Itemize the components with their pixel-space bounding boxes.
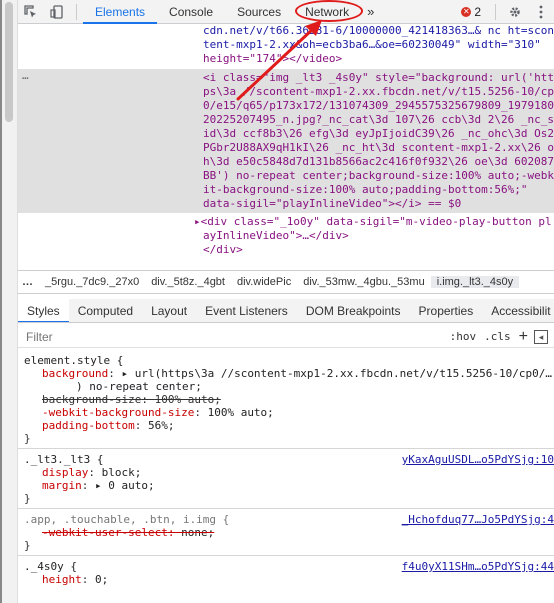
breadcrumb-item[interactable]: _5rgu._7dc9._27x0 bbox=[39, 276, 145, 288]
dom-line: ps\3a //scontent-mxp1-2.xx.fbcdn.net/v/t… bbox=[203, 85, 554, 98]
dom-line[interactable]: ayInlineVideo">…</div> bbox=[18, 229, 554, 243]
style-rule: f4u0yX11SHm…o5PdYSjg:44 ._4s0y { height:… bbox=[18, 556, 554, 589]
style-property[interactable]: display: block; bbox=[24, 466, 548, 479]
property-value: 100% auto; bbox=[207, 406, 274, 419]
tab-dom-breakpoints[interactable]: DOM Breakpoints bbox=[297, 299, 410, 322]
breadcrumb: … _5rgu._7dc9._27x0 div._5t8z._4gbt div.… bbox=[18, 270, 554, 294]
dom-line: h\3d e50c5848d7d131b8566ac2c416f0f932\26… bbox=[203, 155, 554, 168]
devtools-toolbar: Elements Console Sources Network » ✕ 2 bbox=[18, 0, 554, 24]
tab-properties[interactable]: Properties bbox=[410, 299, 483, 322]
red-highlight-circle bbox=[295, 0, 364, 22]
dom-line: id\3d ccf8b3\26 efg\3d eyJpIjoidC39\26 _… bbox=[203, 127, 554, 140]
property-name: display bbox=[42, 466, 89, 479]
dom-line: <i class="img _lt3 _4s0y" style="backgro… bbox=[203, 71, 554, 84]
hov-toggle[interactable]: :hov bbox=[446, 330, 481, 343]
dom-line[interactable]: tent-mxp1-2.xx&oh=ecb3ba6…&oe=60230049" … bbox=[18, 38, 554, 52]
devtools-panel: Elements Console Sources Network » ✕ 2 c… bbox=[18, 0, 554, 603]
rule-selector[interactable]: element.style { bbox=[24, 354, 548, 367]
toggle-sidebar-icon[interactable]: ◂ bbox=[534, 329, 548, 344]
style-rules-list: element.style { background: ▸ url(https\… bbox=[18, 350, 554, 603]
property-name: -webkit-user-select bbox=[42, 526, 168, 539]
cls-toggle[interactable]: .cls bbox=[480, 330, 515, 343]
styles-subtabs: Styles Computed Layout Event Listeners D… bbox=[18, 299, 554, 323]
more-tabs-button[interactable]: » bbox=[361, 4, 380, 19]
rule-source-link[interactable]: _Hchofduq77…Jo5PdYSjg:4 bbox=[402, 513, 554, 526]
tab-layout[interactable]: Layout bbox=[142, 299, 196, 322]
left-scrollbar[interactable] bbox=[0, 0, 18, 603]
property-name: height bbox=[42, 573, 82, 586]
style-rule: _Hchofduq77…Jo5PdYSjg:4 .app, .touchable… bbox=[18, 509, 554, 556]
tab-accessibility[interactable]: Accessibilit bbox=[482, 299, 554, 322]
style-property[interactable]: background: ▸ url(https\3a //scontent-mx… bbox=[24, 367, 552, 380]
rule-close-brace: } bbox=[24, 492, 31, 505]
property-name: padding-bottom bbox=[42, 419, 135, 432]
dom-line: data-sigil="playInlineVideo"></i> == $0 bbox=[203, 197, 462, 210]
property-value: ▸ url(https\3a //scontent-mxp1-2.xx.fbcd… bbox=[121, 367, 552, 380]
property-value: 0; bbox=[95, 573, 109, 586]
rule-source-link[interactable]: yKaxAguUSDL…o5PdYSjg:10 bbox=[402, 453, 554, 466]
style-property[interactable]: padding-bottom: 56%; bbox=[24, 419, 548, 432]
property-name: -webkit-background-size bbox=[42, 406, 195, 419]
rule-close-brace: } bbox=[24, 539, 31, 552]
style-rule: yKaxAguUSDL…o5PdYSjg:10 ._lt3._lt3 { dis… bbox=[18, 449, 554, 509]
property-value: ▸ 0 auto; bbox=[95, 479, 155, 492]
tab-styles[interactable]: Styles bbox=[18, 299, 69, 322]
error-icon: ✕ bbox=[461, 6, 472, 17]
inspect-element-icon[interactable] bbox=[18, 0, 44, 24]
property-value: 56%; bbox=[147, 419, 175, 432]
tab-elements[interactable]: Elements bbox=[83, 0, 158, 24]
tab-console[interactable]: Console bbox=[157, 0, 225, 24]
breadcrumb-item[interactable]: div._5t8z._4gbt bbox=[145, 276, 231, 288]
dom-line: it-background-size:100% auto;padding-bot… bbox=[203, 183, 528, 196]
toolbar-separator bbox=[76, 3, 77, 20]
style-property[interactable]: height: 0; bbox=[24, 573, 548, 586]
rule-close-brace: } bbox=[24, 432, 31, 445]
style-property-overridden[interactable]: -webkit-user-select: none; bbox=[24, 526, 548, 539]
tab-event-listeners[interactable]: Event Listeners bbox=[196, 299, 297, 322]
styles-filter-input[interactable] bbox=[18, 326, 446, 347]
property-name: margin bbox=[42, 479, 82, 492]
dom-line: PGbr2U88AX9qH1kI\26 _nc_ht\3d scontent-m… bbox=[203, 141, 554, 154]
property-value: none; bbox=[181, 526, 215, 539]
style-property[interactable]: -webkit-background-size: 100% auto; bbox=[24, 406, 548, 419]
property-name: background-size bbox=[42, 393, 142, 406]
style-property-overridden[interactable]: background-size: 100% auto; bbox=[24, 393, 548, 406]
device-toolbar-icon[interactable] bbox=[44, 0, 70, 24]
selected-dom-node[interactable]: … <i class="img _lt3 _4s0y" style="backg… bbox=[18, 69, 554, 213]
style-property-continuation: ) no-repeat center; bbox=[76, 380, 202, 393]
dom-line[interactable]: ▸<div class="_1o0y" data-sigil="m-video-… bbox=[18, 215, 554, 229]
toolbar-separator-right bbox=[495, 3, 496, 20]
elements-dom-tree: cdn.net/v/t66.36281-6/10000000_421418363… bbox=[18, 24, 554, 270]
breadcrumb-item[interactable]: div.widePic bbox=[231, 276, 297, 288]
styles-filter-bar: :hov .cls + ◂ bbox=[18, 326, 554, 348]
property-value: block; bbox=[101, 466, 142, 479]
gear-icon[interactable] bbox=[502, 0, 528, 24]
rule-source-link[interactable]: f4u0yX11SHm…o5PdYSjg:44 bbox=[402, 560, 554, 573]
tab-sources[interactable]: Sources bbox=[225, 0, 293, 24]
dom-line[interactable]: height="174"></video> bbox=[18, 52, 554, 66]
dom-line[interactable]: </div> bbox=[18, 243, 554, 257]
dom-line: BB') no-repeat center;background-size:10… bbox=[203, 169, 554, 182]
node-actions-ellipsis[interactable]: … bbox=[22, 69, 29, 83]
style-rule: element.style { background: ▸ url(https\… bbox=[18, 350, 554, 449]
kebab-menu-icon[interactable] bbox=[528, 0, 554, 24]
page-edge-line bbox=[0, 0, 2, 603]
scrollbar-thumb[interactable] bbox=[5, 2, 13, 122]
style-property[interactable]: margin: ▸ 0 auto; bbox=[24, 479, 548, 492]
property-name: background bbox=[42, 367, 109, 380]
breadcrumb-ellipsis[interactable]: … bbox=[18, 276, 39, 288]
dom-line: 20225207495_n.jpg?_nc_cat\3d 107\26 ccb\… bbox=[203, 113, 554, 126]
property-value: 100% auto; bbox=[154, 393, 221, 406]
error-count: 2 bbox=[474, 4, 481, 19]
error-count-badge[interactable]: ✕ 2 bbox=[453, 5, 489, 19]
new-style-rule-button[interactable]: + bbox=[515, 328, 532, 346]
dom-line[interactable]: cdn.net/v/t66.36281-6/10000000_421418363… bbox=[18, 24, 554, 38]
breadcrumb-item[interactable]: div._53mw._4gbu._53mu bbox=[297, 276, 431, 288]
tab-computed[interactable]: Computed bbox=[69, 299, 142, 322]
tab-network[interactable]: Network bbox=[293, 0, 364, 24]
dom-line: 0/e15/q65/p173x172/131074309_29455753256… bbox=[203, 99, 554, 112]
breadcrumb-item-current[interactable]: i.img._lt3._4s0y bbox=[430, 276, 520, 288]
